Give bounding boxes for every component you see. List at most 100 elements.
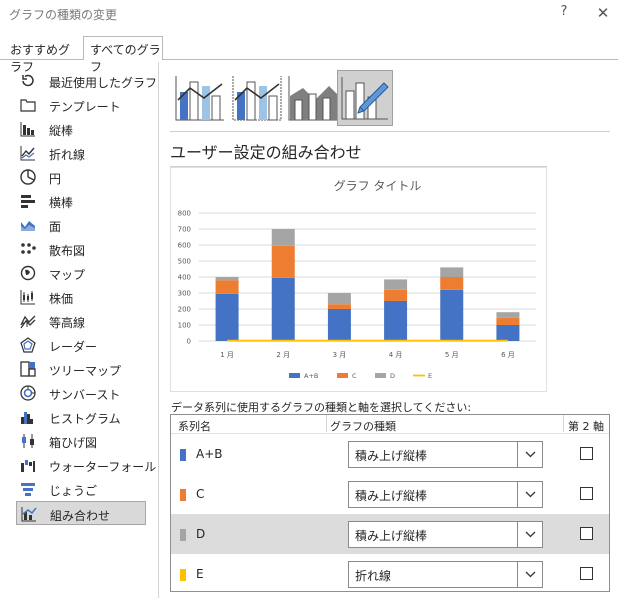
sidebar-item-templates[interactable]: テンプレート (16, 93, 146, 117)
sidebar-item-sunburst[interactable]: サンバースト (16, 381, 146, 405)
series-name: C (196, 487, 205, 501)
sidebar-item-area[interactable]: 面 (16, 213, 146, 237)
chart-type-dropdown[interactable]: 積み上げ縦棒 (348, 441, 543, 468)
series-row: D 積み上げ縦棒 (171, 514, 609, 554)
sidebar-item-line[interactable]: 折れ線 (16, 141, 146, 165)
subtype-clustered-column-line[interactable] (172, 70, 228, 126)
bar-segment (271, 229, 295, 246)
subtype-stacked-area-column[interactable] (285, 70, 341, 126)
sidebar-item-scatter[interactable]: 散布図 (16, 237, 146, 261)
sunburst-icon (20, 385, 36, 401)
sidebar-item-treemap[interactable]: ツリーマップ (16, 357, 146, 381)
secondary-axis-checkbox[interactable] (580, 447, 593, 460)
custom-combination-icon (341, 77, 389, 120)
dropdown-button[interactable] (517, 562, 542, 587)
y-tick-label: 300 (178, 290, 191, 298)
dropdown-button[interactable] (517, 522, 542, 547)
sidebar-item-label: じょうご (49, 484, 98, 498)
series-config-table: 系列名 グラフの種類 第 2 軸 A+B 積み上げ縦棒 C 積み上げ縦棒 D 積… (170, 414, 610, 592)
header-secondary-axis: 第 2 軸 (568, 420, 604, 433)
bar-segment (384, 279, 408, 290)
y-tick-label: 800 (178, 210, 191, 218)
series-row: A+B 積み上げ縦棒 (171, 434, 609, 474)
folder-icon (20, 99, 36, 112)
sidebar-item-recent[interactable]: 最近使用したグラフ (16, 69, 157, 93)
stacked-area-column-icon (288, 76, 337, 121)
y-tick-label: 600 (178, 242, 191, 250)
sidebar-item-box-whisker[interactable]: 箱ひげ図 (16, 429, 146, 453)
legend-label: A+B (304, 372, 318, 380)
y-tick-label: 400 (178, 274, 191, 282)
dropdown-button[interactable] (517, 482, 542, 507)
funnel-icon (21, 483, 35, 496)
header-divider (563, 415, 564, 432)
sidebar-item-label: 株価 (49, 292, 74, 306)
clustered-column-line-icon (175, 76, 224, 121)
sidebar-item-stock[interactable]: 株価 (16, 285, 146, 309)
sidebar-item-waterfall[interactable]: ウォーターフォール (16, 453, 156, 477)
y-tick-label: 700 (178, 226, 191, 234)
sidebar-item-radar[interactable]: レーダー (16, 333, 146, 357)
bar-segment (271, 277, 295, 341)
sidebar-item-map[interactable]: マップ (16, 261, 146, 285)
chevron-down-icon (525, 451, 536, 458)
legend-label: C (352, 372, 357, 380)
sidebar-item-label: 横棒 (49, 196, 74, 210)
legend-label: E (428, 372, 432, 380)
dropdown-button[interactable] (517, 442, 542, 467)
combo-chart-icon (21, 507, 37, 522)
chart-type-dropdown[interactable]: 積み上げ縦棒 (348, 481, 543, 508)
sidebar-item-combo[interactable]: 組み合わせ (16, 501, 146, 525)
sidebar-item-label: テンプレート (49, 100, 121, 114)
radar-chart-icon (20, 337, 36, 353)
sidebar-item-surface[interactable]: 等高線 (16, 309, 146, 333)
sidebar-item-label: 折れ線 (49, 148, 86, 162)
chart-title: グラフ タイトル (334, 179, 422, 193)
y-tick-label: 200 (178, 306, 191, 314)
subtype-custom-combination[interactable] (337, 70, 393, 126)
treemap-icon (20, 361, 36, 377)
sidebar-item-bar[interactable]: 横棒 (16, 189, 146, 213)
legend-marker (375, 373, 386, 378)
secondary-axis-checkbox[interactable] (580, 567, 593, 580)
sidebar-item-label: レーダー (49, 340, 98, 354)
tab-all-charts[interactable]: すべてのグラフ (83, 36, 163, 74)
bar-segment (440, 277, 464, 290)
chart-category-list: 最近使用したグラフ テンプレート 縦棒 折れ線 円 横棒 面 散布図 マップ 株… (0, 62, 160, 602)
sidebar-item-label: 円 (49, 172, 62, 186)
y-tick-label: 100 (178, 322, 191, 330)
sidebar-item-histogram[interactable]: ヒストグラム (16, 405, 146, 429)
bar-segment (327, 293, 351, 305)
sidebar-item-label: ヒストグラム (49, 412, 121, 426)
secondary-axis-checkbox[interactable] (580, 527, 593, 540)
legend-marker (289, 373, 300, 378)
help-button[interactable]: ? (556, 4, 572, 22)
chart-preview: グラフ タイトル 0 100 200 300 400 500 600 700 800 1 月 2 月 3… (170, 167, 547, 392)
sidebar-item-label: 等高線 (49, 316, 86, 330)
chart-type-value: 積み上げ縦棒 (355, 489, 428, 503)
recent-icon (22, 74, 34, 87)
sidebar-item-funnel[interactable]: じょうご (16, 477, 146, 501)
area-chart-icon (21, 221, 35, 231)
secondary-axis-checkbox[interactable] (580, 487, 593, 500)
bar-segment (496, 325, 520, 341)
section-heading: ユーザー設定の組み合わせ (170, 143, 362, 162)
chart-type-dropdown[interactable]: 積み上げ縦棒 (348, 521, 543, 548)
gallery-divider (170, 131, 610, 132)
bar-segment (215, 280, 239, 294)
bar-segment (215, 277, 239, 281)
sidebar-item-column[interactable]: 縦棒 (16, 117, 146, 141)
surface-chart-icon (20, 315, 36, 329)
close-button[interactable]: ✕ (595, 4, 611, 22)
subtype-clustered-column-line-secondary[interactable] (229, 70, 285, 126)
x-tick-label: 2 月 (276, 351, 290, 359)
chart-type-dropdown[interactable]: 折れ線 (348, 561, 543, 588)
scatter-chart-icon (21, 243, 36, 254)
tab-recommended-charts[interactable]: おすすめグラフ (5, 40, 81, 74)
x-tick-label: 5 月 (445, 351, 459, 359)
x-tick-label: 3 月 (333, 351, 347, 359)
stock-chart-icon (20, 290, 35, 305)
combo-chart: グラフ タイトル 0 100 200 300 400 500 600 700 800 1 月 2 月 3… (178, 179, 536, 380)
sidebar-item-pie[interactable]: 円 (16, 165, 146, 189)
chart-type-value: 積み上げ縦棒 (355, 529, 428, 543)
